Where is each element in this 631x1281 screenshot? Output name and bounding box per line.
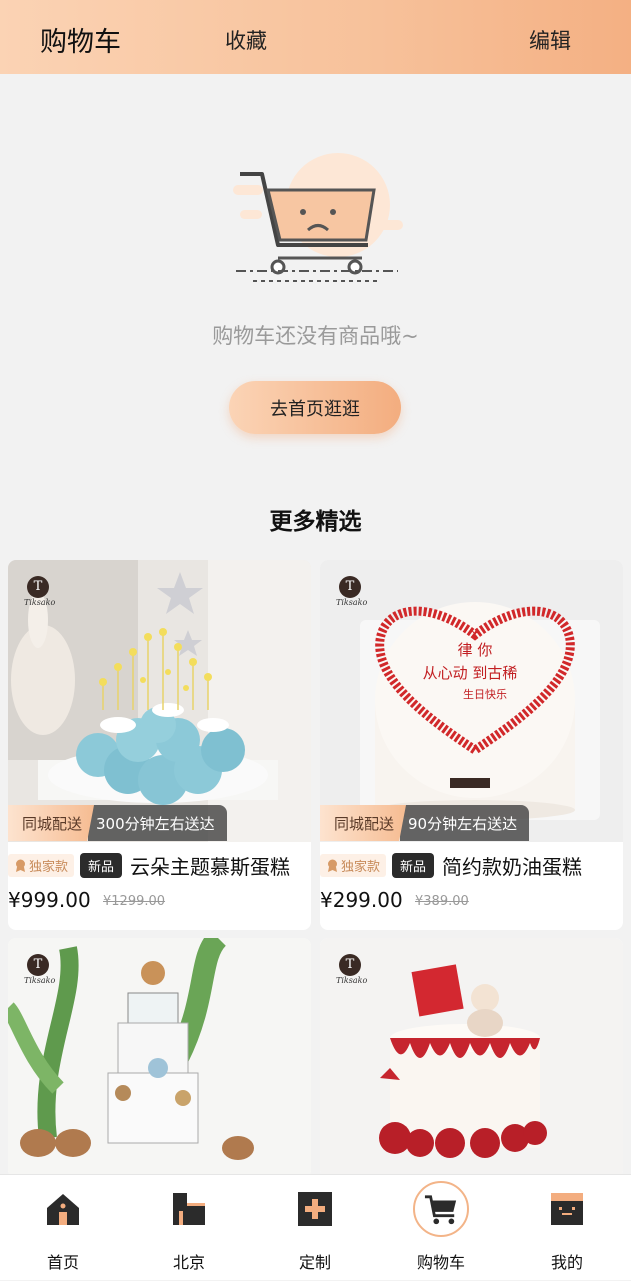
tab-custom[interactable]: 定制: [270, 1175, 360, 1281]
exclusive-label: 独家款: [29, 859, 69, 875]
product-image-jungle-cake[interactable]: [8, 938, 311, 1178]
svg-text:律 你: 律 你: [458, 641, 493, 659]
cart-icon: [424, 1195, 457, 1225]
plus-icon: [298, 1192, 332, 1226]
medal-icon: [328, 859, 337, 872]
tab-profile-label: 我的: [550, 1253, 583, 1272]
product-original-price: ¥389.00: [415, 894, 469, 909]
product-name[interactable]: 云朵主题慕斯蛋糕: [130, 851, 290, 880]
tab-custom-label: 定制: [298, 1253, 331, 1272]
delivery-eta: 90分钟左右送达: [400, 805, 530, 841]
tab-city[interactable]: 北京: [144, 1175, 234, 1281]
tab-home[interactable]: 首页: [18, 1175, 108, 1281]
tab-profile[interactable]: 我的: [522, 1175, 612, 1281]
brand-logo: T Tiksako: [24, 954, 55, 992]
go-home-button[interactable]: 去首页逛逛: [229, 381, 401, 434]
home-icon: [47, 1194, 79, 1225]
top-header: 购物车 收藏 编辑: [0, 0, 631, 74]
product-card[interactable]: T Tiksako: [320, 938, 623, 1178]
more-section-title: 更多精选: [269, 509, 362, 535]
empty-cart-illustration: [233, 153, 403, 282]
delivery-badge: 同城配送 90分钟左右送达: [320, 805, 530, 841]
product-card[interactable]: T Tiksako: [8, 938, 311, 1178]
product-name[interactable]: 简约款奶油蛋糕: [442, 851, 582, 880]
exclusive-tag: 独家款: [8, 853, 75, 877]
page-title: 购物车: [40, 27, 121, 58]
exclusive-label: 独家款: [341, 859, 381, 875]
delivery-badge: 同城配送 300分钟左右送达: [8, 805, 227, 841]
bottom-tab-bar: 首页 北京 定制 购物车 我的: [0, 1174, 631, 1280]
svg-text:生日快乐: 生日快乐: [463, 687, 507, 701]
brand-logo: T Tiksako: [336, 954, 367, 992]
empty-cart-message: 购物车还没有商品哦~: [212, 324, 419, 348]
product-card[interactable]: 律 你 从心动 到古稀 生日快乐 T Tiksako 同城配送 90分钟左右送达…: [320, 560, 623, 930]
product-price: ¥999.00: [8, 888, 91, 912]
product-tags: 独家款 新品 简约款奶油蛋糕: [320, 851, 582, 880]
exclusive-tag: 独家款: [320, 853, 387, 877]
product-tags: 独家款 新品 云朵主题慕斯蛋糕: [8, 851, 290, 880]
brand-logo: T Tiksako: [336, 576, 367, 614]
profile-icon: [551, 1193, 583, 1225]
svg-text:从心动 到古稀: 从心动 到古稀: [423, 664, 518, 682]
new-tag: 新品: [80, 852, 123, 878]
tab-city-label: 北京: [172, 1253, 205, 1272]
product-original-price: ¥1299.00: [103, 894, 166, 909]
local-delivery-tag: 同城配送: [8, 805, 95, 841]
new-tag: 新品: [392, 852, 435, 878]
tab-home-label: 首页: [46, 1253, 79, 1272]
product-card[interactable]: T Tiksako 同城配送 300分钟左右送达 独家款 新品 云朵主题慕斯蛋糕…: [8, 560, 311, 930]
delivery-eta: 300分钟左右送达: [88, 805, 227, 841]
favorites-tab[interactable]: 收藏: [225, 25, 267, 55]
edit-button[interactable]: 编辑: [529, 25, 571, 55]
city-icon: [173, 1193, 205, 1225]
product-image-red-cake[interactable]: [320, 938, 623, 1178]
product-price: ¥299.00: [320, 888, 403, 912]
local-delivery-tag: 同城配送: [320, 805, 407, 841]
brand-logo: T Tiksako: [24, 576, 55, 614]
tab-cart[interactable]: 购物车: [396, 1175, 486, 1281]
tab-cart-label: 购物车: [416, 1253, 465, 1272]
medal-icon: [16, 859, 25, 872]
